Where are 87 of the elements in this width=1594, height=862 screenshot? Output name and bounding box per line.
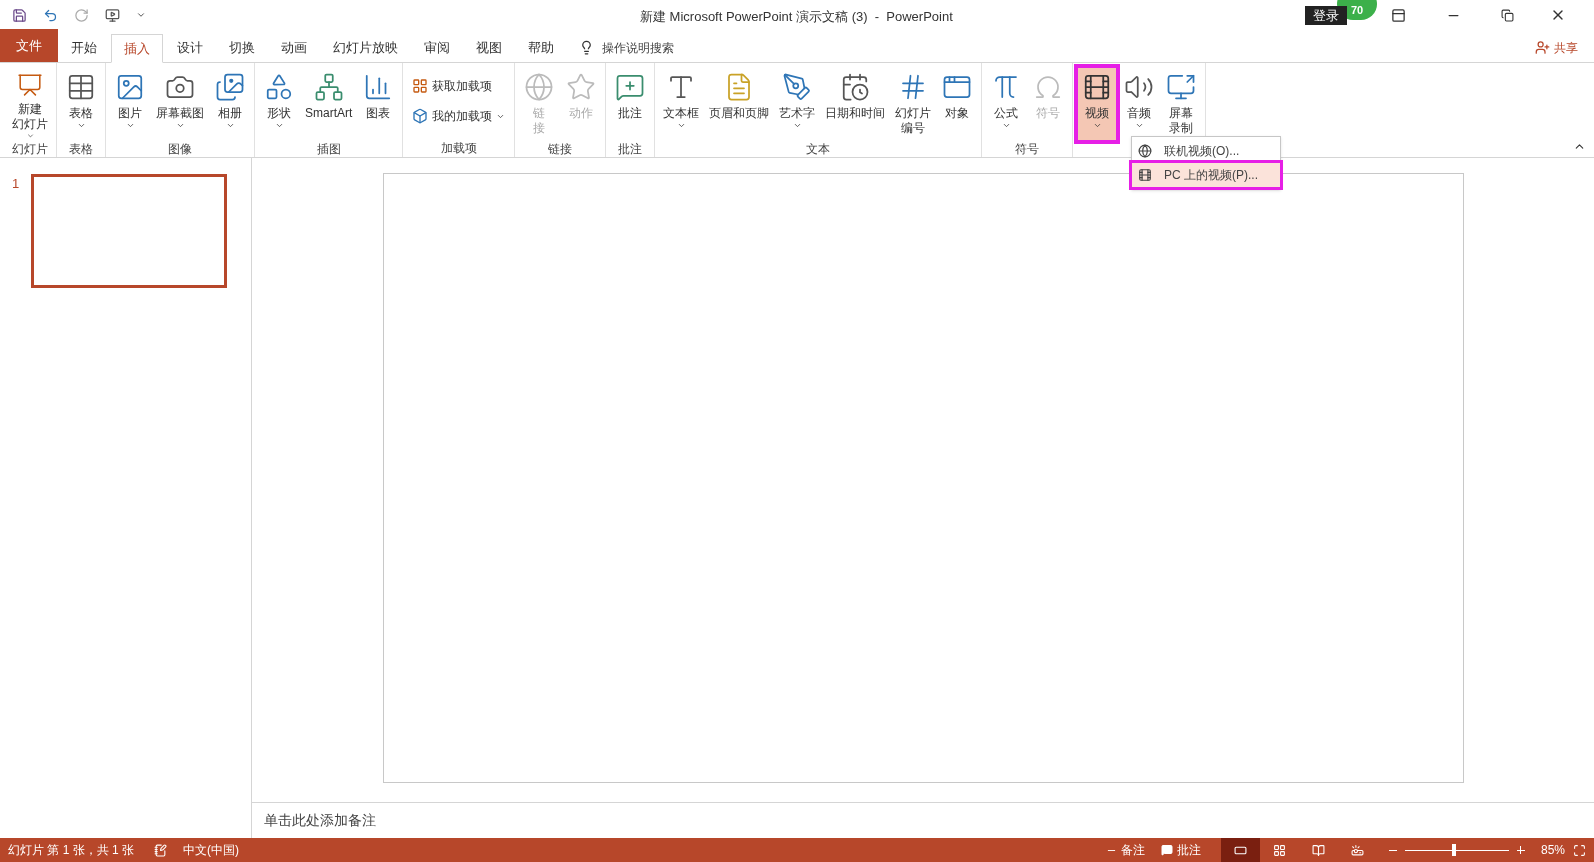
save-icon[interactable] <box>12 7 27 23</box>
pen-icon <box>782 72 813 102</box>
group-label: 链接 <box>547 141 574 158</box>
star-icon <box>566 72 597 102</box>
ribbon-button[interactable]: 图表 <box>359 68 398 140</box>
group-label: 图像 <box>167 141 193 158</box>
cube-icon <box>412 108 429 124</box>
ribbon-button[interactable]: 我的加载项 <box>408 103 510 129</box>
notes-button[interactable]: 备注 <box>1105 841 1145 859</box>
ribbon-button[interactable]: 页眉和页脚 <box>706 68 773 140</box>
group-label: 插图 <box>315 141 342 158</box>
view-button[interactable] <box>1220 838 1260 862</box>
ribbon-button[interactable]: 屏幕截图 <box>153 68 207 140</box>
ribbon-button[interactable]: 对象 <box>938 68 977 140</box>
zoom-slider[interactable] <box>1404 844 1509 856</box>
globe-icon <box>1138 144 1152 158</box>
album-icon <box>215 72 245 102</box>
slide-info: 幻灯片 第 1 张，共 1 张 <box>8 842 135 859</box>
zoom-thumb[interactable] <box>1451 844 1456 856</box>
window-title: 新建 Microsoft PowerPoint 演示文稿 (3) - PowerPoint <box>640 8 953 26</box>
reading-view-icon <box>1311 843 1325 857</box>
zoom-in-icon[interactable] <box>1516 846 1525 854</box>
screen-record-icon <box>1166 72 1197 102</box>
notes-field[interactable]: 单击此处添加备注 <box>264 810 376 831</box>
picture-icon <box>115 72 145 102</box>
comment-icon <box>1160 844 1173 856</box>
ribbon-tab[interactable]: 开始 <box>59 33 109 62</box>
group-label: 表格 <box>68 141 94 158</box>
ribbon-tab[interactable]: 帮助 <box>516 33 566 62</box>
slideshow-icon <box>1350 843 1364 857</box>
ribbon-tab[interactable]: 幻灯片放映 <box>321 33 410 62</box>
ribbon-button[interactable]: 新建 幻灯片 <box>9 68 51 140</box>
presentation-icon[interactable] <box>105 7 120 23</box>
menu-item[interactable]: PC 上的视频(P)... <box>1132 163 1280 187</box>
comment-icon <box>615 72 646 102</box>
zoom-level[interactable]: 85% <box>1540 841 1565 859</box>
sorter-view-icon <box>1272 843 1286 857</box>
ribbon-button[interactable]: 艺术字 <box>776 68 819 140</box>
slide-number: 1 <box>12 175 20 193</box>
group-label: 文本 <box>805 141 832 158</box>
file-tab[interactable]: 文件 <box>0 29 58 62</box>
smartart-icon <box>313 72 344 102</box>
share-button[interactable]: 共享 <box>1535 33 1578 62</box>
globe-icon <box>524 72 555 102</box>
search-field[interactable]: 操作说明搜索 <box>602 38 674 57</box>
ribbon-button[interactable]: 图片 <box>111 68 149 140</box>
film-icon <box>1138 168 1152 182</box>
ribbon-button[interactable]: 表格 <box>62 68 100 140</box>
login-button[interactable]: 登录 <box>1305 5 1347 25</box>
ribbon-button[interactable]: 幻灯片 编号 <box>892 68 935 140</box>
ribbon-tab[interactable]: 切换 <box>217 33 267 62</box>
customize-icon[interactable] <box>136 10 146 20</box>
shapes-icon <box>264 72 294 102</box>
ribbon-button[interactable]: 相册 <box>211 68 249 140</box>
ribbon-button[interactable]: 形状 <box>260 68 298 140</box>
comments-button[interactable]: 批注 <box>1160 841 1201 859</box>
ribbon-tab[interactable]: 动画 <box>269 33 319 62</box>
ribbon-button[interactable]: 批注 <box>611 68 650 140</box>
ribbon-button[interactable]: 公式 <box>987 68 1026 140</box>
ribbon-button[interactable]: SmartArt <box>302 68 356 140</box>
language-label[interactable]: 中文(中国) <box>183 841 240 859</box>
lightbulb-icon <box>579 40 594 55</box>
ribbon-tab[interactable]: 设计 <box>165 33 215 62</box>
group-label: 批注 <box>617 141 644 158</box>
ribbon-button[interactable]: 屏幕 录制 <box>1162 68 1201 140</box>
ribbon-tab[interactable]: 插入 <box>111 34 163 63</box>
ribbon-button[interactable]: 音频 <box>1120 68 1159 140</box>
ribbon-button[interactable]: 日期和时间 <box>822 68 889 140</box>
ribbon-tab[interactable]: 视图 <box>464 33 514 62</box>
spelling-icon[interactable] <box>154 843 168 857</box>
table-icon <box>66 72 96 102</box>
ribbon-display-icon[interactable] <box>1391 7 1406 23</box>
fit-window-icon[interactable] <box>1573 843 1586 857</box>
group-label: 符号 <box>1014 141 1041 158</box>
slide-icon <box>15 72 45 99</box>
group-label: 加载项 <box>439 140 478 157</box>
undo-icon[interactable] <box>43 7 58 23</box>
ribbon-button[interactable]: 获取加载项 <box>408 73 510 99</box>
calendar-icon <box>840 72 871 102</box>
menu-item[interactable]: 联机视频(O)... <box>1132 139 1280 163</box>
ribbon-button[interactable]: 文本框 <box>660 68 703 140</box>
slide-thumbnail[interactable] <box>31 174 228 288</box>
group-label: 幻灯片 <box>11 141 49 158</box>
person-icon <box>1535 40 1550 55</box>
restore-icon[interactable] <box>1501 8 1514 22</box>
grid-icon <box>412 78 429 94</box>
ribbon-tab[interactable]: 审阅 <box>412 33 462 62</box>
